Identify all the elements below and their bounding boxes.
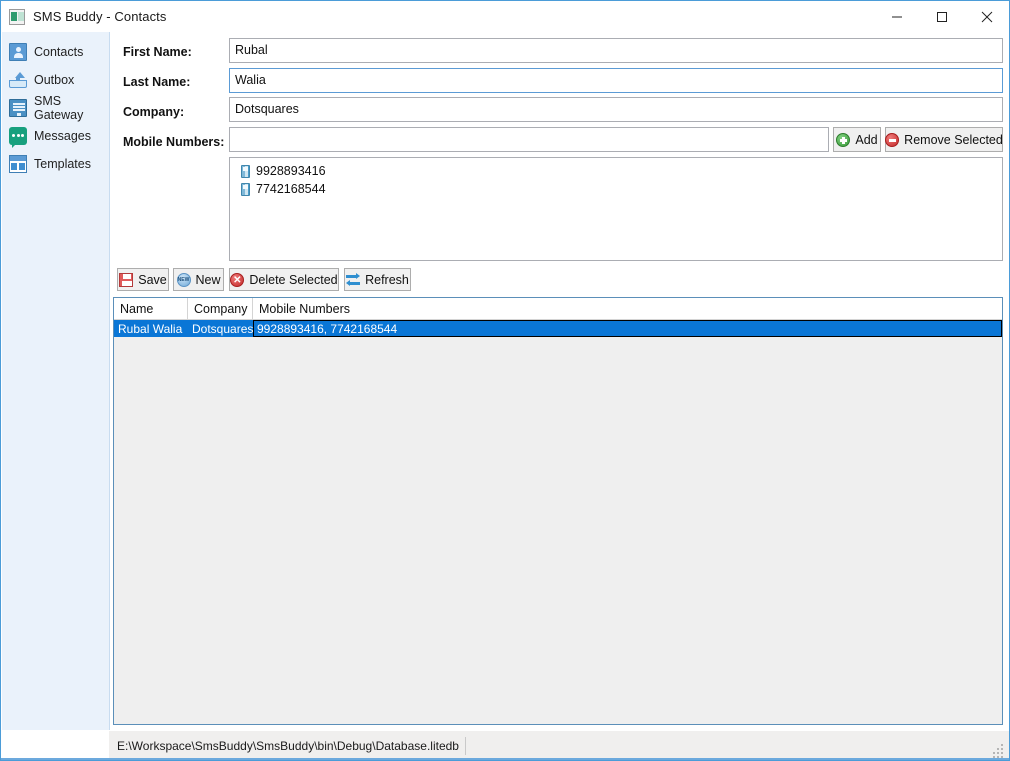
close-icon[interactable] xyxy=(964,1,1009,32)
window-controls xyxy=(874,1,1009,32)
title-bar: SMS Buddy - Contacts xyxy=(1,1,1009,32)
add-circle-icon xyxy=(836,132,851,147)
remove-selected-button[interactable]: Remove Selected xyxy=(885,127,1003,152)
add-button-label: Add xyxy=(855,132,878,147)
sidebar-item-label: Outbox xyxy=(34,73,75,87)
window-bottom-accent xyxy=(1,758,1009,760)
resize-grip-icon[interactable] xyxy=(991,744,1005,758)
status-separator xyxy=(464,737,466,755)
cell-name: Rubal Walia xyxy=(118,321,183,336)
company-input[interactable]: Dotsquares xyxy=(229,97,1003,122)
maximize-icon[interactable] xyxy=(919,1,964,32)
last-name-input[interactable]: Walia xyxy=(229,68,1003,93)
last-name-label: Last Name: xyxy=(123,75,191,89)
save-button-label: Save xyxy=(138,272,167,287)
sidebar-item-templates[interactable]: Templates xyxy=(2,150,109,178)
save-button[interactable]: Save xyxy=(117,268,169,291)
mobile-phone-icon xyxy=(241,164,250,178)
sidebar-item-label: Templates xyxy=(34,157,91,171)
database-path-label: E:\Workspace\SmsBuddy\SmsBuddy\bin\Debug… xyxy=(117,739,459,753)
sidebar-item-outbox[interactable]: Outbox xyxy=(2,66,109,94)
remove-selected-button-label: Remove Selected xyxy=(904,132,1003,147)
mobile-numbers-list[interactable]: 9928893416 7742168544 xyxy=(229,157,1003,261)
sidebar-item-contacts[interactable]: Contacts xyxy=(2,38,109,66)
floppy-disk-icon xyxy=(119,272,134,287)
cell-mobile-numbers: 9928893416, 7742168544 xyxy=(253,320,1002,337)
list-item-number: 7742168544 xyxy=(256,182,326,196)
new-button-label: New xyxy=(195,272,221,287)
column-header-mobile-numbers[interactable]: Mobile Numbers xyxy=(253,298,1002,320)
list-item[interactable]: 7742168544 xyxy=(230,180,1002,198)
window-title: SMS Buddy - Contacts xyxy=(33,9,167,24)
first-name-input[interactable]: Rubal xyxy=(229,38,1003,63)
contacts-grid[interactable]: Name Company Mobile Numbers Rubal Walia … xyxy=(113,297,1003,725)
first-name-label: First Name: xyxy=(123,45,192,59)
sidebar: Contacts Outbox SMS Gateway Messages Tem… xyxy=(2,32,110,730)
status-bar-left-filler xyxy=(2,731,109,760)
sms-gateway-icon xyxy=(9,99,27,117)
sidebar-item-label: SMS Gateway xyxy=(34,94,84,122)
templates-icon xyxy=(9,155,27,173)
outbox-icon xyxy=(9,71,27,89)
contacts-icon xyxy=(9,43,27,61)
list-item-number: 9928893416 xyxy=(256,164,326,178)
app-window: SMS Buddy - Contacts Contacts Outbox SMS… xyxy=(0,0,1010,761)
delete-selected-button-label: Delete Selected xyxy=(249,272,338,287)
delete-circle-icon: ✕ xyxy=(230,272,245,287)
mobile-numbers-label: Mobile Numbers: xyxy=(123,135,225,149)
app-icon xyxy=(9,8,25,25)
mobile-numbers-input[interactable] xyxy=(229,127,829,152)
messages-icon xyxy=(9,127,27,148)
column-header-name[interactable]: Name xyxy=(114,298,188,320)
sidebar-item-messages[interactable]: Messages xyxy=(2,122,109,150)
delete-selected-button[interactable]: ✕ Delete Selected xyxy=(229,268,339,291)
list-item[interactable]: 9928893416 xyxy=(230,162,1002,180)
refresh-button[interactable]: Refresh xyxy=(344,268,411,291)
column-header-company[interactable]: Company xyxy=(188,298,253,320)
add-button[interactable]: Add xyxy=(833,127,881,152)
sidebar-item-sms-gateway[interactable]: SMS Gateway xyxy=(2,94,109,122)
grid-header-row: Name Company Mobile Numbers xyxy=(114,298,1002,320)
table-row[interactable]: Rubal Walia Dotsquares 9928893416, 77421… xyxy=(114,320,1002,337)
cell-company: Dotsquares xyxy=(192,321,254,336)
minimize-icon[interactable] xyxy=(874,1,919,32)
remove-circle-icon xyxy=(885,132,900,147)
new-badge-icon: NEW xyxy=(176,272,191,287)
company-label: Company: xyxy=(123,105,185,119)
new-button[interactable]: NEW New xyxy=(173,268,224,291)
mobile-phone-icon xyxy=(241,182,250,196)
refresh-arrows-icon xyxy=(346,273,361,287)
sidebar-item-label: Messages xyxy=(34,129,91,143)
sidebar-item-label: Contacts xyxy=(34,45,84,59)
status-bar: E:\Workspace\SmsBuddy\SmsBuddy\bin\Debug… xyxy=(109,731,1009,760)
refresh-button-label: Refresh xyxy=(365,272,409,287)
